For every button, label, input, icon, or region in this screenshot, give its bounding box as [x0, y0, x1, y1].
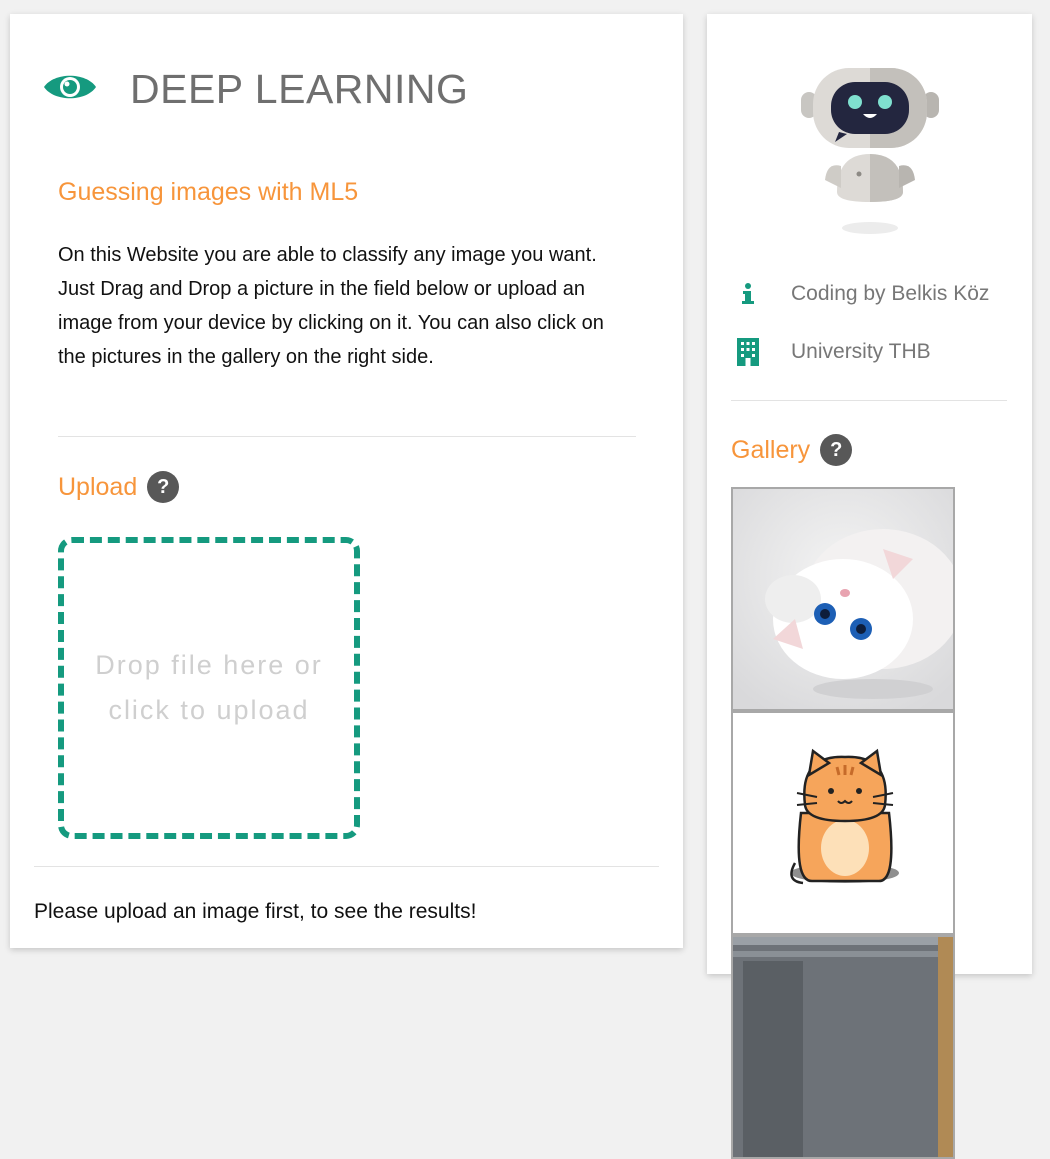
divider — [731, 400, 1007, 401]
intro-text: On this Website you are able to classify… — [58, 244, 604, 368]
gallery-image-building[interactable] — [731, 935, 955, 1159]
author-label: Coding by Belkis Köz — [791, 282, 990, 305]
divider — [58, 436, 636, 437]
upload-title: Upload — [58, 472, 138, 501]
intro-heading: Guessing images with ML5 — [58, 178, 359, 206]
divider — [34, 866, 659, 867]
gallery-heading: Gallery ? — [731, 434, 853, 466]
university-label: University THB — [791, 340, 931, 363]
robot-icon — [795, 62, 945, 247]
dropzone-label: Drop file here or click to upload — [95, 650, 323, 725]
upload-heading: Upload ? — [58, 471, 180, 503]
result-message: Please upload an image first, to see the… — [34, 900, 477, 923]
info-row-university: University THB — [733, 338, 931, 366]
help-icon[interactable]: ? — [147, 471, 180, 503]
gallery-image-kitten[interactable] — [731, 487, 955, 711]
info-icon — [733, 282, 763, 306]
app-header: DEEP LEARNING — [42, 66, 468, 113]
gallery-image-cartoon-cat[interactable] — [731, 711, 955, 935]
help-icon[interactable]: ? — [820, 434, 853, 466]
info-row-author: Coding by Belkis Köz — [733, 282, 989, 306]
gallery-title: Gallery — [731, 435, 811, 464]
page-title: DEEP LEARNING — [130, 66, 469, 112]
eye-icon — [42, 68, 98, 111]
side-card: Coding by Belkis Köz University THB Gall… — [707, 14, 1032, 1159]
main-card: DEEP LEARNING Guessing images with ML5 O… — [10, 14, 683, 948]
file-dropzone[interactable]: Drop file here or click to upload — [58, 537, 360, 839]
building-icon — [733, 338, 763, 366]
